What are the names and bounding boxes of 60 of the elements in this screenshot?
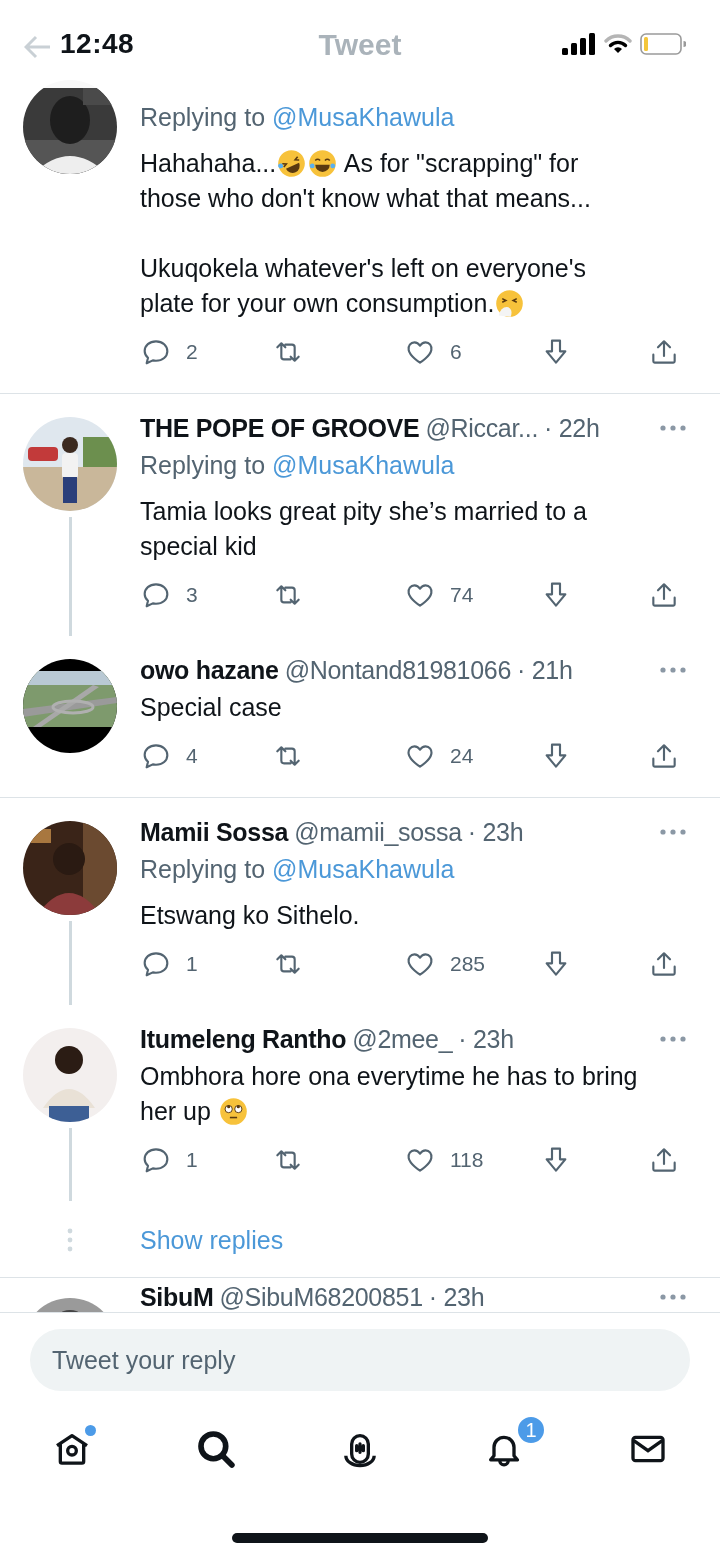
replying-label: Replying to (140, 103, 266, 131)
sneezing-face-icon (495, 289, 525, 318)
tweet-text: those who don't know what that means... (140, 183, 591, 214)
like-count: 285 (450, 952, 486, 976)
tweet-text: Ukuqokela whatever's left on everyone's (140, 253, 586, 284)
mention-link[interactable]: @MusaKhawula (272, 855, 455, 883)
tweet-text: her up (140, 1096, 212, 1127)
tweet-time: · 23h (428, 1282, 485, 1312)
like-count: 74 (450, 583, 474, 607)
tweet-time: · 23h (467, 817, 524, 847)
tweet-time: · 23h (458, 1024, 514, 1054)
replying-label: Replying to (140, 451, 266, 479)
reply-input-field[interactable]: Tweet your reply (30, 1329, 690, 1391)
tweet-text: Ombhora hore ona everytime he has to bring (140, 1061, 638, 1092)
user-handle[interactable]: @Riccar... (425, 413, 539, 443)
status-time: 12:48 (60, 28, 135, 60)
notification-badge: 1 (516, 1415, 546, 1445)
tweet-text: As for "scrapping" for (342, 148, 579, 179)
like-count: 6 (450, 340, 462, 364)
reply-count: 1 (186, 1148, 198, 1172)
wifi-icon (604, 33, 632, 55)
more-icon[interactable] (658, 1034, 688, 1044)
like-count: 118 (450, 1148, 484, 1172)
tweet-text: Tamia looks great pity she’s married to a (140, 496, 587, 527)
page-title: Tweet (318, 28, 402, 62)
more-icon[interactable] (658, 665, 688, 675)
more-icon[interactable] (658, 423, 688, 433)
replying-label: Replying to (140, 855, 266, 883)
tweet-text: Special case (140, 692, 282, 723)
display-name[interactable]: owo hazane (140, 655, 279, 685)
laughing-face-icon (308, 149, 338, 178)
reply-count: 4 (186, 744, 198, 768)
tweet-time: · 22h (544, 413, 600, 443)
like-count: 24 (450, 744, 474, 768)
tweet-text: special kid (140, 531, 257, 562)
user-handle[interactable]: @mamii_sossa (294, 817, 462, 847)
signal-icon (562, 33, 596, 55)
display-name[interactable]: Itumeleng Rantho (140, 1024, 347, 1054)
more-icon[interactable] (658, 1292, 688, 1302)
display-name[interactable]: SibuM (140, 1282, 214, 1312)
user-handle[interactable]: @SibuM68200851 (219, 1282, 423, 1312)
display-name[interactable]: THE POPE OF GROOVE (140, 413, 420, 443)
tweet-time: · 21h (517, 655, 573, 685)
show-replies-link[interactable]: Show replies (140, 1225, 284, 1255)
laughing-face-icon (277, 149, 307, 178)
mention-link[interactable]: @MusaKhawula (272, 103, 455, 131)
user-handle[interactable]: @Nontand81981066 (284, 655, 511, 685)
tweet-text: plate for your own consumption. (140, 288, 495, 319)
more-icon[interactable] (658, 827, 688, 837)
thread-dots-icon (67, 1228, 73, 1252)
reply-count: 1 (186, 952, 198, 976)
tweet-text: Etswang ko Sithelo. (140, 900, 360, 931)
mention-link[interactable]: @MusaKhawula (272, 451, 455, 479)
display-name[interactable]: Mamii Sossa (140, 817, 289, 847)
battery-icon (640, 33, 686, 55)
reply-count: 2 (186, 340, 198, 364)
tweet-text: Hahahaha... (140, 148, 277, 179)
user-handle[interactable]: @2mee_ (352, 1024, 453, 1054)
reply-count: 3 (186, 583, 198, 607)
eye-roll-face-icon (218, 1097, 248, 1126)
